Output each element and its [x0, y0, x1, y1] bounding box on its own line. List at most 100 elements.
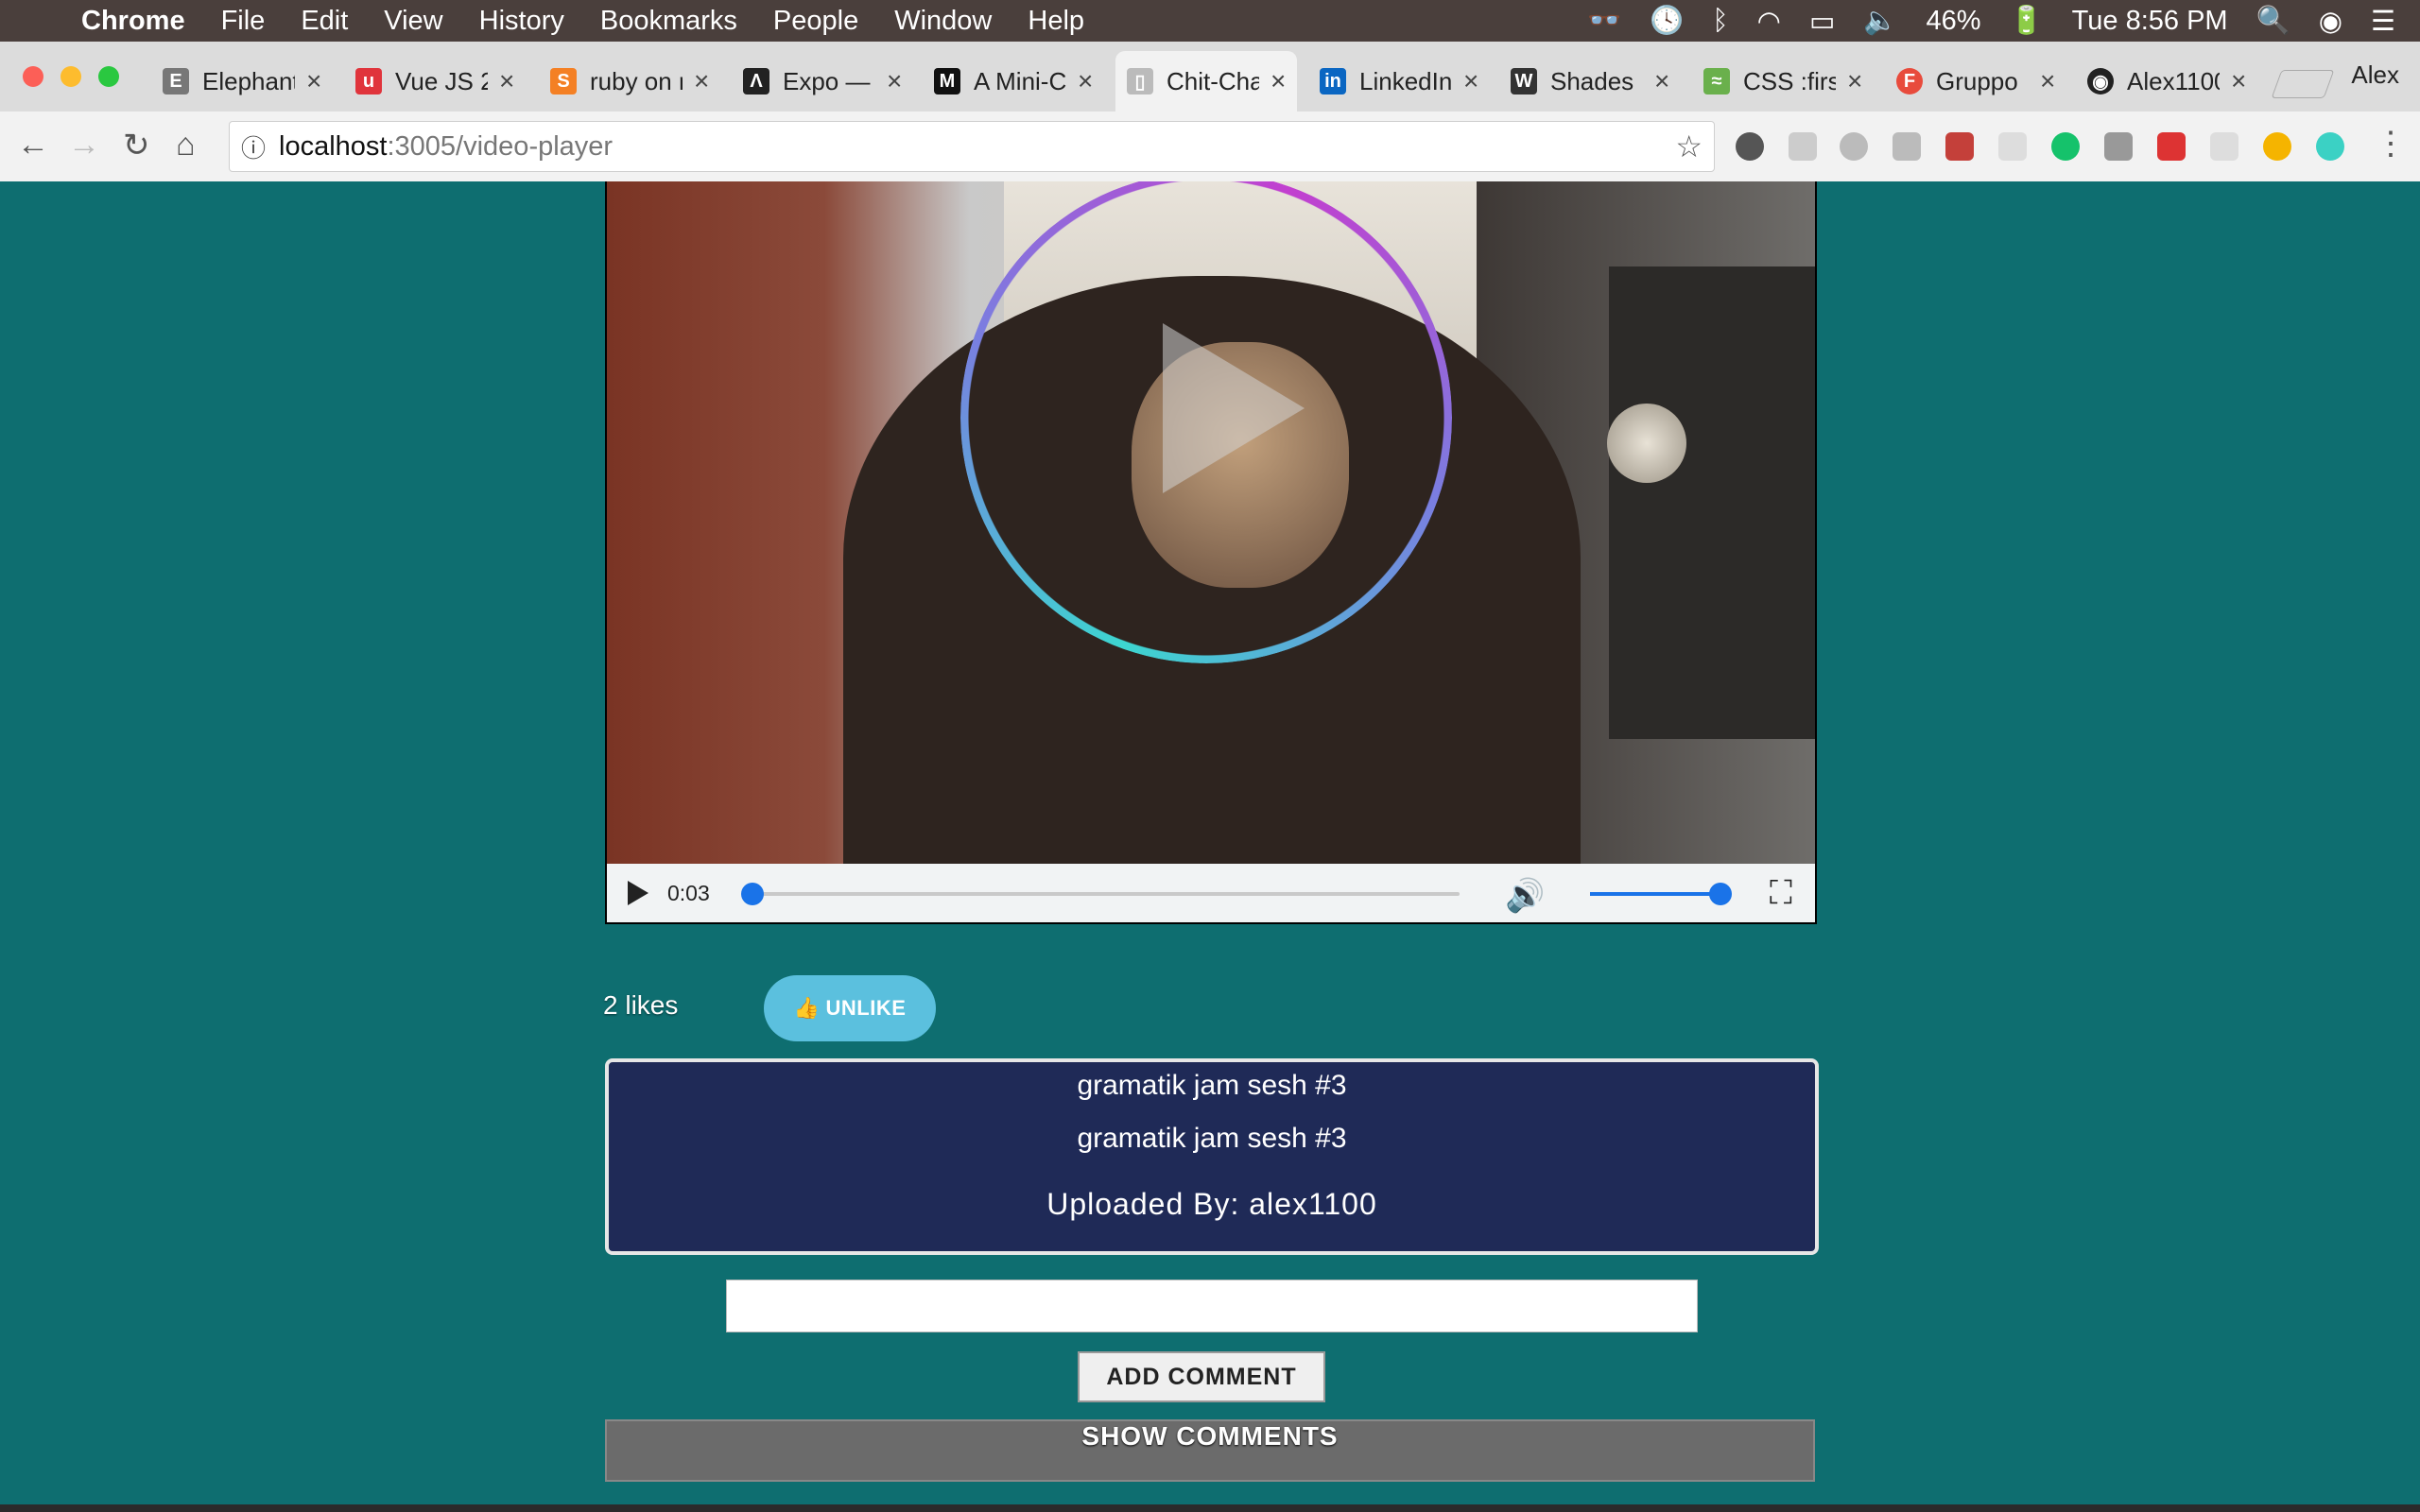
- tab-vue[interactable]: u Vue JS 2 ×: [355, 51, 514, 112]
- video-description: gramatik jam sesh #3: [1077, 1123, 1347, 1154]
- play-overlay-icon[interactable]: [1163, 323, 1305, 493]
- new-tab-button[interactable]: [2271, 70, 2335, 98]
- page-content: 0:03 🔊 ⛶ 2 likes 👍 Unlike gramatik jam s…: [0, 181, 2420, 1512]
- notification-center-icon[interactable]: ☰: [2371, 5, 2395, 38]
- likes-count: 2 likes: [603, 990, 679, 1020]
- close-tab-icon[interactable]: ×: [694, 66, 709, 96]
- extension-tree-icon[interactable]: [1789, 132, 1817, 161]
- profile-name[interactable]: Alex: [2351, 60, 2399, 90]
- tab-ruby[interactable]: S ruby on r ×: [550, 51, 709, 112]
- back-arrow-icon[interactable]: ←: [17, 127, 49, 163]
- bluetooth-icon[interactable]: ᛒ: [1712, 6, 1728, 37]
- volume-thumb[interactable]: [1709, 883, 1732, 905]
- forward-arrow-icon[interactable]: →: [68, 127, 100, 163]
- minimize-window-button[interactable]: [60, 66, 81, 87]
- fullscreen-icon[interactable]: ⛶: [1770, 875, 1792, 912]
- seek-bar[interactable]: [741, 883, 1460, 905]
- siri-icon[interactable]: ◉: [2319, 5, 2342, 38]
- home-icon[interactable]: ⌂: [176, 127, 196, 163]
- volume-icon[interactable]: 🔊: [1505, 877, 1545, 915]
- spotlight-search-icon[interactable]: 🔍: [2256, 5, 2290, 37]
- tab-title: Shades: [1550, 66, 1634, 95]
- video-doorknob: [1607, 404, 1686, 483]
- zoom-window-button[interactable]: [98, 66, 119, 87]
- expo-icon: Λ: [743, 68, 769, 94]
- clock[interactable]: Tue 8:56 PM: [2072, 6, 2228, 37]
- tab-expo[interactable]: Λ Expo — ×: [743, 51, 902, 112]
- extension-sync-icon[interactable]: [1736, 132, 1764, 161]
- menu-file[interactable]: File: [221, 6, 266, 37]
- close-tab-icon[interactable]: ×: [1078, 66, 1093, 96]
- video-info-card: gramatik jam sesh #3 gramatik jam sesh #…: [605, 1058, 1819, 1255]
- grammarly-icon[interactable]: [2051, 132, 2080, 161]
- unlike-button[interactable]: 👍 Unlike: [764, 975, 936, 1041]
- skype-icon[interactable]: [1840, 132, 1868, 161]
- seek-thumb[interactable]: [741, 883, 764, 905]
- close-tab-icon[interactable]: ×: [306, 66, 321, 96]
- vue-devtools-icon[interactable]: [2104, 132, 2133, 161]
- time-machine-icon[interactable]: 🕓: [1650, 5, 1684, 37]
- address-bar[interactable]: ⓘ localhost:3005/video-player ☆: [229, 121, 1715, 172]
- video-door: [1609, 266, 1815, 739]
- reload-icon[interactable]: ↻: [123, 127, 150, 164]
- dock-edge: [0, 1504, 2420, 1512]
- tab-title: A Mini-C: [974, 66, 1066, 95]
- close-tab-icon[interactable]: ×: [499, 66, 514, 96]
- wikipedia-icon: W: [1511, 68, 1537, 94]
- tab-gruppo[interactable]: F Gruppo ×: [1896, 51, 2055, 112]
- extension-chat-icon[interactable]: [2210, 132, 2238, 161]
- close-tab-icon[interactable]: ×: [2231, 66, 2246, 96]
- close-tab-icon[interactable]: ×: [1654, 66, 1669, 96]
- app-menu[interactable]: Chrome: [81, 6, 185, 37]
- tab-css[interactable]: ≈ CSS :firs ×: [1703, 51, 1862, 112]
- browser-toolbar: ← → ↻ ⌂ ⓘ localhost:3005/video-player ☆ …: [0, 112, 2420, 182]
- wifi-icon[interactable]: ◠: [1757, 5, 1781, 38]
- airplay-icon[interactable]: ▭: [1809, 5, 1835, 38]
- close-tab-icon[interactable]: ×: [1270, 66, 1286, 96]
- current-time: 0:03: [667, 880, 710, 905]
- tab-title: Gruppo: [1936, 66, 2018, 95]
- tab-linkedin[interactable]: in LinkedIn ×: [1320, 51, 1478, 112]
- menu-help[interactable]: Help: [1028, 6, 1084, 37]
- bookmark-star-icon[interactable]: ☆: [1675, 129, 1703, 164]
- info-icon[interactable]: ⓘ: [241, 129, 266, 164]
- close-tab-icon[interactable]: ×: [887, 66, 902, 96]
- tab-chit-chat[interactable]: ▯ Chit-Cha ×: [1115, 51, 1298, 112]
- tab-title: Elephant: [202, 66, 295, 95]
- add-comment-button[interactable]: Add Comment: [1078, 1351, 1325, 1402]
- tab-github[interactable]: ◉ Alex1100 ×: [2087, 51, 2246, 112]
- extension-gray-icon[interactable]: [1998, 132, 2027, 161]
- show-comments-button[interactable]: Show Comments: [605, 1419, 1815, 1482]
- menu-edit[interactable]: Edit: [301, 6, 348, 37]
- battery-icon[interactable]: 🔋: [2010, 5, 2044, 37]
- close-tab-icon[interactable]: ×: [1463, 66, 1478, 96]
- video-player[interactable]: 0:03 🔊 ⛶: [605, 181, 1817, 924]
- github-icon: ◉: [2087, 68, 2114, 94]
- volume-slider[interactable]: [1590, 883, 1732, 905]
- close-tab-icon[interactable]: ×: [1847, 66, 1862, 96]
- comment-input[interactable]: [726, 1280, 1698, 1332]
- play-icon[interactable]: [628, 881, 648, 905]
- close-tab-icon[interactable]: ×: [2040, 66, 2055, 96]
- close-window-button[interactable]: [23, 66, 43, 87]
- elephant-icon: E: [163, 68, 189, 94]
- extension-red-icon[interactable]: [1945, 132, 1974, 161]
- battery-percent[interactable]: 46%: [1926, 6, 1980, 37]
- tab-mini-c[interactable]: M A Mini-C ×: [934, 51, 1093, 112]
- menu-window[interactable]: Window: [894, 6, 992, 37]
- tab-title: CSS :firs: [1743, 66, 1836, 95]
- chrome-menu-icon[interactable]: ⋮: [2375, 125, 2407, 163]
- menu-people[interactable]: People: [773, 6, 858, 37]
- extension-target-icon[interactable]: [2316, 132, 2344, 161]
- reader-glasses-icon[interactable]: 👓: [1587, 5, 1621, 37]
- cors-icon[interactable]: [2157, 132, 2186, 161]
- moon-icon[interactable]: [2263, 132, 2291, 161]
- uploaded-by: Uploaded By: alex1100: [1046, 1187, 1377, 1221]
- menu-history[interactable]: History: [479, 6, 564, 37]
- menu-view[interactable]: View: [384, 6, 442, 37]
- volume-icon[interactable]: 🔈: [1863, 5, 1897, 37]
- menu-bookmarks[interactable]: Bookmarks: [600, 6, 737, 37]
- tab-shades[interactable]: W Shades ×: [1511, 51, 1669, 112]
- tab-elephant[interactable]: E Elephant ×: [163, 51, 321, 112]
- cast-icon[interactable]: [1893, 132, 1921, 161]
